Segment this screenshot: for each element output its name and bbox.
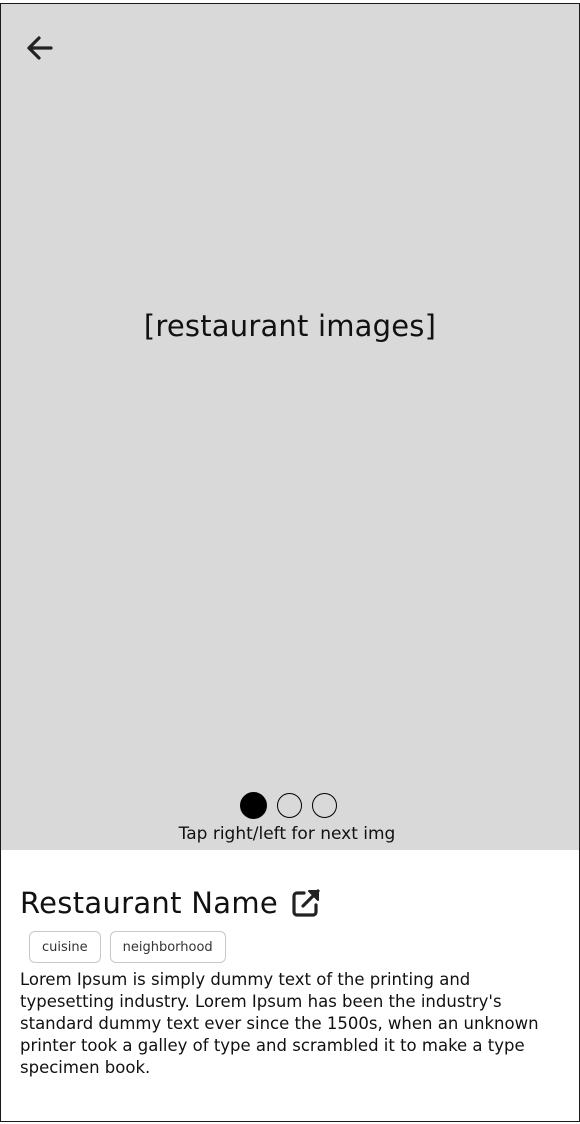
carousel-hint: Tap right/left for next img [178, 824, 396, 844]
back-button[interactable] [19, 28, 59, 68]
image-placeholder-text: [restaurant images] [143, 309, 437, 343]
image-carousel[interactable]: [restaurant images] Tap right/left for n… [1, 4, 579, 850]
restaurant-name: Restaurant Name [20, 886, 279, 920]
arrow-left-icon [27, 36, 53, 60]
carousel-dot-1[interactable] [239, 792, 267, 819]
title-row: Restaurant Name [20, 886, 322, 920]
external-link-icon [292, 889, 320, 917]
carousel-indicators [1, 792, 579, 819]
external-link-button[interactable] [290, 887, 322, 919]
tag-list: cuisine neighborhood [29, 931, 226, 963]
carousel-dot-2[interactable] [276, 793, 302, 818]
screen-frame: [restaurant images] Tap right/left for n… [0, 3, 580, 1122]
carousel-dot-3[interactable] [311, 793, 337, 818]
restaurant-description: Lorem Ipsum is simply dummy text of the … [20, 970, 539, 1077]
tag-cuisine[interactable]: cuisine [29, 931, 101, 963]
tag-neighborhood[interactable]: neighborhood [109, 931, 226, 963]
